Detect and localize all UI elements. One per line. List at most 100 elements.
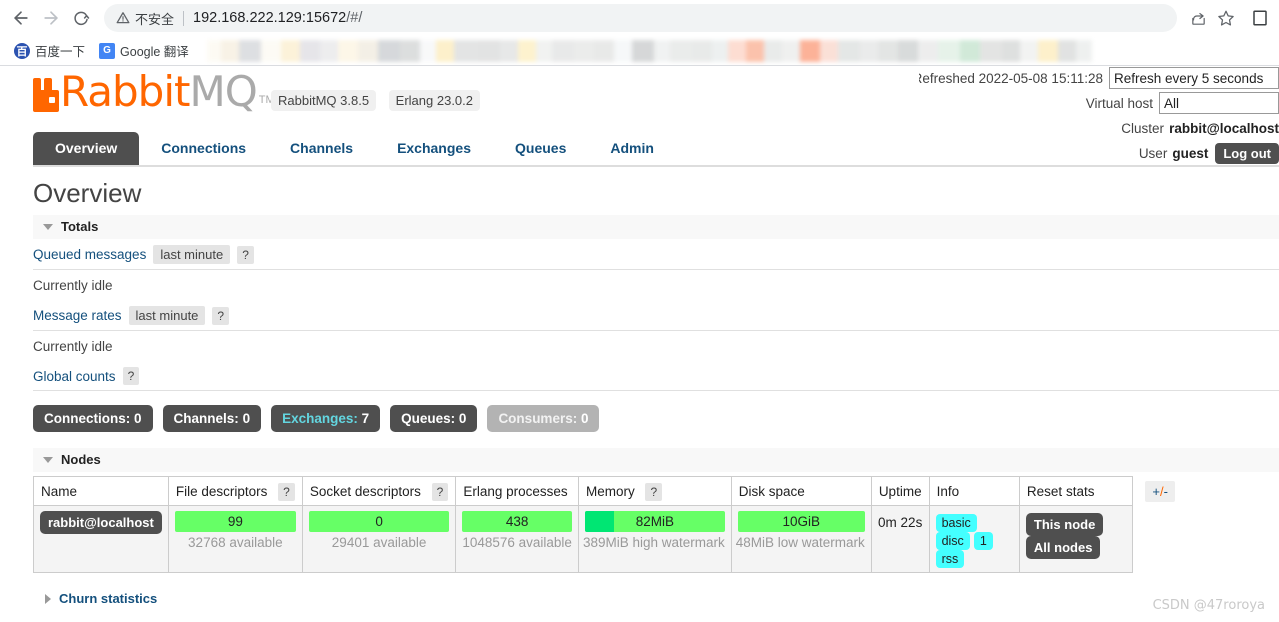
blurred-bookmark-item[interactable]: [280, 39, 300, 62]
blurred-bookmark-item[interactable]: [1037, 39, 1058, 62]
blurred-bookmark-item[interactable]: [613, 39, 632, 62]
blurred-bookmark-item[interactable]: [781, 39, 800, 62]
message-rates-idle-text: Currently idle: [33, 339, 113, 354]
blurred-bookmark-item[interactable]: [691, 39, 712, 62]
message-rates-period-chip[interactable]: last minute: [128, 306, 206, 325]
count-badge-consumers[interactable]: Consumers: 0: [487, 405, 600, 432]
virtual-host-select[interactable]: All: [1159, 92, 1279, 114]
blurred-bookmark-item[interactable]: [419, 39, 436, 62]
cell-node-name: rabbit@localhost: [33, 505, 169, 573]
blurred-bookmark-item[interactable]: [799, 39, 820, 62]
blurred-bookmark-item[interactable]: [517, 39, 536, 62]
reset-this-node-button[interactable]: This node: [1025, 513, 1104, 536]
node-name-link[interactable]: rabbit@localhost: [40, 511, 162, 534]
cell-disk-space: 10GiB 48MiB low watermark: [730, 505, 872, 573]
help-icon[interactable]: ?: [122, 367, 140, 385]
blurred-bookmark-item[interactable]: [357, 39, 378, 62]
blurred-bookmark-item[interactable]: [573, 39, 594, 62]
blurred-bookmark-item[interactable]: [669, 39, 692, 62]
address-bar[interactable]: 不安全 192.168.222.129:15672/#/: [104, 4, 1177, 32]
bookmark-item-baidu[interactable]: 百 百度一下: [8, 39, 91, 63]
blurred-bookmarks-group[interactable]: [206, 39, 1092, 62]
blurred-bookmark-item[interactable]: [260, 39, 281, 62]
help-icon[interactable]: ?: [431, 482, 449, 501]
blurred-bookmark-item[interactable]: [1057, 39, 1076, 62]
help-icon[interactable]: ?: [645, 482, 663, 501]
blurred-bookmark-item[interactable]: [859, 39, 878, 62]
blurred-bookmark-item[interactable]: [477, 39, 500, 62]
blurred-bookmark-item[interactable]: [819, 39, 838, 62]
blurred-bookmark-item[interactable]: [897, 39, 918, 62]
count-badge-queues[interactable]: Queues: 0: [390, 405, 478, 432]
churn-statistics-header[interactable]: Churn statistics: [33, 587, 1279, 611]
help-icon[interactable]: ?: [278, 482, 295, 501]
virtual-host-label: Virtual host: [1085, 95, 1153, 111]
count-badge-channels[interactable]: Channels: 0: [162, 405, 262, 432]
bookmark-item-google-translate[interactable]: G Google 翻译: [93, 39, 195, 63]
logo-text-rabbit: Rabbit: [60, 67, 190, 116]
blurred-bookmark-item[interactable]: [399, 39, 420, 62]
reset-all-nodes-button[interactable]: All nodes: [1025, 536, 1101, 559]
info-tag-rss[interactable]: rss: [935, 550, 965, 568]
help-icon[interactable]: ?: [237, 245, 254, 264]
blurred-bookmark-item[interactable]: [319, 39, 338, 62]
blurred-bookmark-item[interactable]: [711, 39, 728, 62]
column-toggle-button[interactable]: +/-: [1145, 480, 1175, 502]
blurred-bookmark-item[interactable]: [238, 39, 261, 62]
blurred-bookmark-item[interactable]: [837, 39, 860, 62]
blurred-bookmark-item[interactable]: [727, 39, 746, 62]
bookmark-label: 百度一下: [35, 45, 86, 59]
blurred-bookmark-item[interactable]: [959, 39, 980, 62]
count-badge-connections[interactable]: Connections: 0: [33, 405, 153, 432]
blurred-bookmark-item[interactable]: [763, 39, 782, 62]
tab-channels[interactable]: Channels: [268, 132, 375, 165]
tab-overview[interactable]: Overview: [33, 132, 140, 165]
info-tag-count[interactable]: 1: [973, 532, 993, 550]
blurred-bookmark-item[interactable]: [1001, 39, 1020, 62]
info-tag-basic[interactable]: basic: [935, 514, 977, 532]
blurred-bookmark-item[interactable]: [1075, 39, 1092, 62]
blurred-bookmark-item[interactable]: [1019, 39, 1038, 62]
blurred-bookmark-item[interactable]: [937, 39, 960, 62]
blurred-bookmark-item[interactable]: [220, 39, 239, 62]
col-label: Erlang processes: [463, 483, 568, 499]
reload-icon[interactable]: [66, 3, 96, 33]
star-icon[interactable]: [1213, 5, 1239, 31]
share-icon[interactable]: [1185, 5, 1211, 31]
totals-section-header[interactable]: Totals: [33, 215, 1279, 239]
url-host: 192.168.222.129:15672: [193, 10, 347, 26]
blurred-bookmark-item[interactable]: [979, 39, 1002, 62]
blurred-bookmark-item[interactable]: [917, 39, 938, 62]
blurred-bookmark-item[interactable]: [206, 39, 221, 62]
blurred-bookmark-item[interactable]: [593, 39, 614, 62]
nodes-section-header[interactable]: Nodes: [33, 448, 1279, 472]
blurred-bookmark-item[interactable]: [745, 39, 764, 62]
profile-avatar-icon[interactable]: [1247, 5, 1273, 31]
rabbitmq-version-badge: RabbitMQ 3.8.5: [271, 90, 377, 111]
info-tag-disc[interactable]: disc: [935, 532, 970, 550]
queued-messages-period-chip[interactable]: last minute: [153, 245, 231, 264]
blurred-bookmark-item[interactable]: [435, 39, 454, 62]
blurred-bookmark-item[interactable]: [653, 39, 670, 62]
global-counts-badges: Connections: 0 Channels: 0 Exchanges: 7 …: [33, 391, 1279, 442]
tab-queues[interactable]: Queues: [493, 132, 588, 165]
blurred-bookmark-item[interactable]: [453, 39, 478, 62]
blurred-bookmark-item[interactable]: [377, 39, 400, 62]
help-icon[interactable]: ?: [212, 306, 230, 325]
blurred-bookmark-item[interactable]: [299, 39, 320, 62]
blurred-bookmark-item[interactable]: [631, 39, 654, 62]
count-badge-exchanges[interactable]: Exchanges: 7: [271, 405, 381, 432]
blurred-bookmark-item[interactable]: [337, 39, 358, 62]
refresh-interval-select[interactable]: Refresh every 5 seconds: [1109, 67, 1279, 89]
blurred-bookmark-item[interactable]: [535, 39, 552, 62]
forward-arrow-icon[interactable]: [36, 3, 66, 33]
blurred-bookmark-item[interactable]: [551, 39, 574, 62]
blurred-bookmark-item[interactable]: [499, 39, 518, 62]
col-erlang-processes: Erlang processes: [455, 476, 579, 506]
tab-exchanges[interactable]: Exchanges: [375, 132, 493, 165]
rabbitmq-logo[interactable]: Rabbit MQ TM: [33, 67, 275, 116]
blurred-bookmark-item[interactable]: [877, 39, 898, 62]
tab-admin[interactable]: Admin: [588, 132, 676, 165]
back-arrow-icon[interactable]: [6, 3, 36, 33]
tab-connections[interactable]: Connections: [139, 132, 268, 165]
